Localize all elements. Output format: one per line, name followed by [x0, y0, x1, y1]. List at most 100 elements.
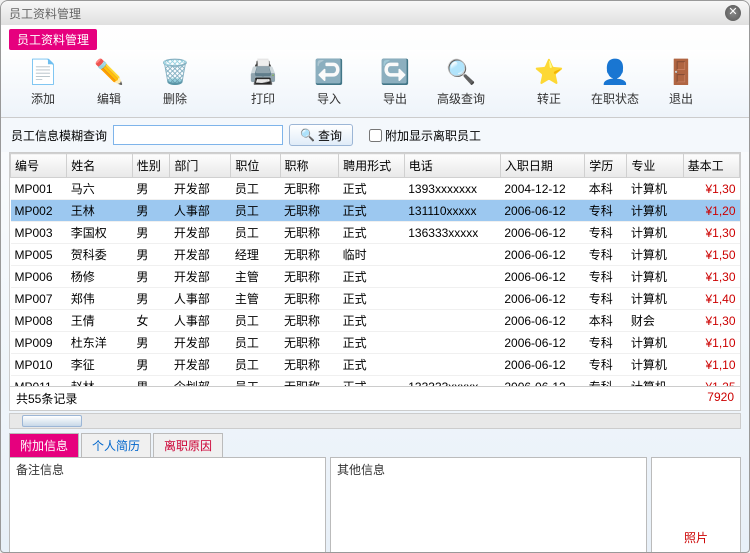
cell-name: 王林: [67, 200, 133, 222]
app-window: 员工资料管理 ✕ 员工资料管理 📄添加✏️编辑🗑️删除🖨️打印↩️导入↪️导出🔍…: [0, 0, 750, 553]
table-row[interactable]: MP008王倩女人事部员工无职称正式2006-06-12本科财会¥1,30: [11, 310, 740, 332]
tool-add[interactable]: 📄添加: [11, 54, 75, 109]
cell-major: 计算机: [627, 354, 683, 376]
cell-pos: 员工: [231, 310, 280, 332]
search-button[interactable]: 🔍 查询: [289, 124, 353, 146]
grid-header-row: 编号姓名性别部门职位职称聘用形式电话入职日期学历专业基本工: [11, 154, 740, 178]
cell-hire: 正式: [339, 266, 405, 288]
col-header[interactable]: 姓名: [67, 154, 133, 178]
cell-hire: 正式: [339, 354, 405, 376]
tool-import[interactable]: ↩️导入: [297, 54, 361, 109]
cell-title: 无职称: [280, 354, 339, 376]
cell-edu: 专科: [585, 222, 627, 244]
cell-major: 计算机: [627, 332, 683, 354]
cell-sex: 女: [132, 310, 170, 332]
table-row[interactable]: MP010李征男开发部员工无职称正式2006-06-12专科计算机¥1,10: [11, 354, 740, 376]
cell-edu: 专科: [585, 288, 627, 310]
col-header[interactable]: 基本工: [683, 154, 739, 178]
table-row[interactable]: MP003李国权男开发部员工无职称正式136333xxxxx2006-06-12…: [11, 222, 740, 244]
col-header[interactable]: 编号: [11, 154, 67, 178]
cell-hire: 正式: [339, 222, 405, 244]
cell-id: MP003: [11, 222, 67, 244]
cell-dept: 开发部: [170, 266, 231, 288]
cell-title: 无职称: [280, 310, 339, 332]
cell-hire: 正式: [339, 376, 405, 388]
table-row[interactable]: MP006杨修男开发部主管无职称正式2006-06-12专科计算机¥1,30: [11, 266, 740, 288]
table-row[interactable]: MP009杜东洋男开发部员工无职称正式2006-06-12专科计算机¥1,10: [11, 332, 740, 354]
cell-salary: ¥1,50: [683, 244, 739, 266]
cell-salary: ¥1,25: [683, 376, 739, 388]
cell-phone: [404, 266, 500, 288]
tab-leave[interactable]: 离职原因: [153, 433, 223, 457]
cell-edu: 专科: [585, 266, 627, 288]
tool-label: 打印: [251, 90, 275, 107]
cell-pos: 员工: [231, 178, 280, 200]
tool-edit[interactable]: ✏️编辑: [77, 54, 141, 109]
other-title: 其他信息: [331, 458, 646, 481]
cell-name: 杜东洋: [67, 332, 133, 354]
tool-label: 高级查询: [437, 90, 485, 107]
table-row[interactable]: MP007郑伟男人事部主管无职称正式2006-06-12专科计算机¥1,40: [11, 288, 740, 310]
show-resigned-label[interactable]: 附加显示离职员工: [369, 127, 481, 144]
table-row[interactable]: MP001马六男开发部员工无职称正式1393xxxxxxx2004-12-12本…: [11, 178, 740, 200]
col-header[interactable]: 职称: [280, 154, 339, 178]
cell-hire: 正式: [339, 178, 405, 200]
col-header[interactable]: 性别: [132, 154, 170, 178]
cell-pos: 主管: [231, 288, 280, 310]
cell-title: 无职称: [280, 332, 339, 354]
tool-advsearch[interactable]: 🔍高级查询: [429, 54, 493, 109]
print-icon: 🖨️: [247, 56, 279, 88]
col-header[interactable]: 入职日期: [500, 154, 584, 178]
cell-phone: 136333xxxxx: [404, 222, 500, 244]
cell-salary: ¥1,30: [683, 222, 739, 244]
table-row[interactable]: MP005贺科委男开发部经理无职称临时2006-06-12专科计算机¥1,50: [11, 244, 740, 266]
tool-regularize[interactable]: ⭐转正: [517, 54, 581, 109]
tab-resume[interactable]: 个人简历: [81, 433, 151, 457]
cell-salary: ¥1,40: [683, 288, 739, 310]
cell-salary: ¥1,20: [683, 200, 739, 222]
show-resigned-checkbox[interactable]: [369, 129, 382, 142]
cell-name: 李征: [67, 354, 133, 376]
tab-extra[interactable]: 附加信息: [9, 433, 79, 457]
employee-grid[interactable]: 编号姓名性别部门职位职称聘用形式电话入职日期学历专业基本工 MP001马六男开发…: [9, 152, 741, 387]
col-header[interactable]: 职位: [231, 154, 280, 178]
cell-id: MP011: [11, 376, 67, 388]
cell-salary: ¥1,30: [683, 178, 739, 200]
tool-exit[interactable]: 🚪 退出: [649, 54, 713, 109]
table-row[interactable]: MP002王林男人事部员工无职称正式131110xxxxx2006-06-12专…: [11, 200, 740, 222]
cell-date: 2006-06-12: [500, 266, 584, 288]
col-header[interactable]: 学历: [585, 154, 627, 178]
col-header[interactable]: 部门: [170, 154, 231, 178]
scrollbar-thumb[interactable]: [22, 415, 82, 427]
tool-label: 退出: [669, 90, 693, 107]
cell-date: 2006-06-12: [500, 354, 584, 376]
horizontal-scrollbar[interactable]: [9, 413, 741, 429]
detail-tabs: 附加信息个人简历离职原因: [9, 433, 741, 457]
cell-dept: 开发部: [170, 354, 231, 376]
tool-onjob[interactable]: 👤在职状态: [583, 54, 647, 109]
cell-phone: 1393xxxxxxx: [404, 178, 500, 200]
close-icon[interactable]: ✕: [725, 5, 741, 21]
cell-pos: 经理: [231, 244, 280, 266]
exit-icon: 🚪: [665, 56, 697, 88]
cell-date: 2006-06-12: [500, 222, 584, 244]
tool-print[interactable]: 🖨️ 打印: [231, 54, 295, 109]
search-input[interactable]: [113, 125, 283, 145]
cell-phone: [404, 332, 500, 354]
cell-edu: 本科: [585, 310, 627, 332]
table-row[interactable]: MP011赵林男企划部员工无职称正式133333xxxxx2006-06-12专…: [11, 376, 740, 388]
cell-major: 计算机: [627, 266, 683, 288]
cell-edu: 专科: [585, 332, 627, 354]
col-header[interactable]: 专业: [627, 154, 683, 178]
cell-dept: 人事部: [170, 310, 231, 332]
cell-dept: 企划部: [170, 376, 231, 388]
cell-pos: 员工: [231, 332, 280, 354]
col-header[interactable]: 聘用形式: [339, 154, 405, 178]
record-count: 共55条记录: [16, 390, 77, 407]
col-header[interactable]: 电话: [404, 154, 500, 178]
tool-delete[interactable]: 🗑️删除: [143, 54, 207, 109]
cell-major: 计算机: [627, 222, 683, 244]
cell-pos: 员工: [231, 200, 280, 222]
cell-major: 计算机: [627, 178, 683, 200]
tool-export[interactable]: ↪️导出: [363, 54, 427, 109]
